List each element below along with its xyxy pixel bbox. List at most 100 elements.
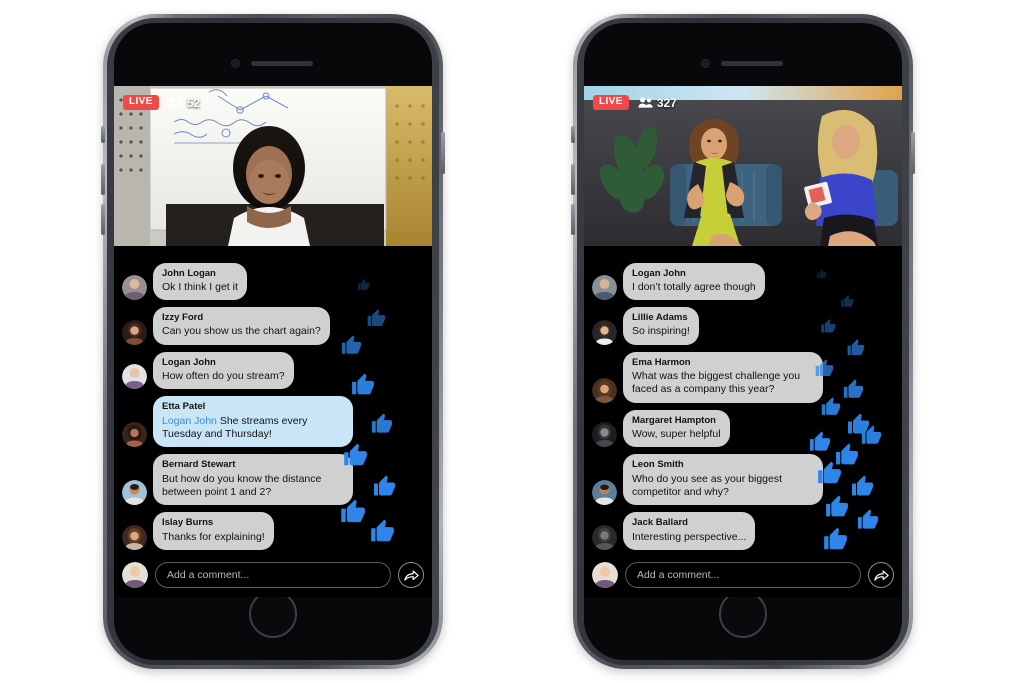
- avatar: [592, 525, 617, 550]
- live-badge: LIVE: [123, 95, 159, 110]
- viewer-count: 52: [168, 96, 200, 110]
- comment-composer-left: Add a comment...: [114, 557, 432, 597]
- chat-bubble: Logan John How often do you stream?: [153, 351, 294, 390]
- live-status-row: LIVE 327: [593, 95, 677, 110]
- chat-author: Margaret Hampton: [632, 414, 716, 426]
- comment-placeholder: Add a comment...: [637, 569, 720, 581]
- chat-text: But how do you know the distance between…: [162, 472, 322, 498]
- power-button[interactable]: [441, 132, 445, 174]
- chat-message: Lillie Adams So inspiring!: [592, 307, 894, 345]
- chat-author: John Logan: [162, 267, 216, 279]
- silent-switch[interactable]: [101, 126, 105, 143]
- chat-author: Islay Burns: [162, 517, 214, 529]
- viewer-count: 327: [638, 96, 677, 110]
- home-button[interactable]: [719, 590, 767, 638]
- chat-author: Lillie Adams: [632, 312, 688, 324]
- avatar: [122, 422, 147, 448]
- viewer-count-value: 52: [186, 95, 201, 110]
- screenshot-canvas: LIVE 52 John Logan Ok I think I get it I…: [0, 0, 1024, 683]
- app-screen-left: LIVE 52 John Logan Ok I think I get it I…: [114, 86, 432, 597]
- avatar: [122, 275, 147, 301]
- chat-author: Izzy Ford: [162, 312, 204, 324]
- current-user-avatar[interactable]: [122, 562, 148, 588]
- live-chat-list-right[interactable]: Logan John I don’t totally agree though …: [584, 246, 902, 557]
- people-icon: [168, 97, 183, 108]
- chat-author: Logan John: [632, 267, 686, 279]
- app-screen-right: LIVE 327 Logan John I don’t totally agre…: [584, 86, 902, 597]
- comment-placeholder: Add a comment...: [167, 569, 250, 581]
- avatar: [592, 377, 617, 403]
- share-button[interactable]: [398, 562, 424, 588]
- front-camera-icon: [231, 59, 240, 68]
- chat-message: Ema Harmon What was the biggest challeng…: [592, 351, 894, 403]
- avatar: [122, 364, 147, 390]
- phone-device-right: LIVE 327 Logan John I don’t totally agre…: [571, 14, 915, 669]
- share-button[interactable]: [868, 562, 894, 588]
- chat-text: What was the biggest challenge you faced…: [632, 369, 801, 396]
- chat-author: Bernard Stewart: [162, 459, 236, 471]
- video-frame-classroom: [114, 86, 432, 246]
- avatar: [592, 422, 617, 448]
- chat-text: Thanks for explaining!: [162, 530, 265, 543]
- live-video-player[interactable]: LIVE 52: [114, 86, 432, 246]
- chat-author: Leon Smith: [632, 459, 684, 471]
- chat-message: Leon Smith Who do you see as your bigges…: [592, 454, 894, 506]
- share-arrow-icon: [403, 570, 419, 581]
- chat-bubble: Izzy Ford Can you show us the chart agai…: [153, 307, 330, 345]
- chat-bubble: Etta Patel Logan John She streams every …: [153, 396, 353, 448]
- volume-up-button[interactable]: [101, 164, 105, 195]
- chat-author: Etta Patel: [162, 401, 206, 413]
- viewer-count-value: 327: [656, 95, 677, 110]
- chat-text: Ok I think I get it: [162, 280, 238, 293]
- power-button[interactable]: [911, 132, 915, 174]
- live-video-player[interactable]: LIVE 327: [584, 86, 902, 246]
- chat-bubble: Margaret Hampton Wow, super helpful: [623, 409, 730, 448]
- avatar: [592, 275, 617, 301]
- chat-bubble: John Logan Ok I think I get it: [153, 262, 247, 301]
- earpiece-speaker: [251, 61, 313, 66]
- live-chat-list-left[interactable]: John Logan Ok I think I get it Izzy Ford…: [114, 246, 432, 557]
- earpiece-speaker: [721, 61, 783, 66]
- chat-author: Jack Ballard: [632, 517, 688, 529]
- current-user-avatar[interactable]: [592, 562, 618, 588]
- phone-glass: LIVE 327 Logan John I don’t totally agre…: [584, 23, 902, 660]
- chat-text: So inspiring!: [632, 325, 690, 338]
- chat-mention[interactable]: Logan John: [162, 415, 217, 427]
- comment-input[interactable]: Add a comment...: [625, 562, 861, 588]
- chat-author: Ema Harmon: [632, 356, 691, 368]
- volume-down-button[interactable]: [571, 204, 575, 235]
- chat-message: Islay Burns Thanks for explaining!: [122, 512, 424, 550]
- live-status-row: LIVE 52: [123, 95, 200, 110]
- chat-text: How often do you stream?: [162, 369, 285, 382]
- chat-message: Izzy Ford Can you show us the chart agai…: [122, 307, 424, 345]
- chat-bubble: Lillie Adams So inspiring!: [623, 307, 699, 345]
- volume-down-button[interactable]: [101, 204, 105, 235]
- avatar: [592, 319, 617, 345]
- chat-text: Wow, super helpful: [632, 427, 721, 440]
- avatar: [122, 480, 147, 506]
- phone-device-left: LIVE 52 John Logan Ok I think I get it I…: [101, 14, 445, 669]
- silent-switch[interactable]: [571, 126, 575, 143]
- chat-bubble: Leon Smith Who do you see as your bigges…: [623, 454, 823, 506]
- comment-input[interactable]: Add a comment...: [155, 562, 391, 588]
- avatar: [592, 480, 617, 506]
- phone-glass: LIVE 52 John Logan Ok I think I get it I…: [114, 23, 432, 660]
- chat-message: Margaret Hampton Wow, super helpful: [592, 409, 894, 448]
- chat-message-highlighted: Etta Patel Logan John She streams every …: [122, 396, 424, 448]
- avatar: [122, 319, 147, 345]
- volume-up-button[interactable]: [571, 164, 575, 195]
- chat-text: I don’t totally agree though: [632, 280, 756, 293]
- video-frame-interview: [584, 86, 902, 246]
- chat-message: John Logan Ok I think I get it: [122, 262, 424, 301]
- chat-message: Jack Ballard Interesting perspective...: [592, 512, 894, 550]
- chat-bubble: Jack Ballard Interesting perspective...: [623, 512, 756, 550]
- avatar: [122, 525, 147, 550]
- chat-bubble: Ema Harmon What was the biggest challeng…: [623, 351, 823, 403]
- home-button[interactable]: [249, 590, 297, 638]
- chat-bubble: Logan John I don’t totally agree though: [623, 262, 765, 301]
- live-badge: LIVE: [593, 95, 629, 110]
- chat-text: Can you show us the chart again?: [162, 325, 321, 338]
- share-arrow-icon: [873, 570, 889, 581]
- people-icon: [638, 97, 653, 108]
- chat-text: Interesting perspective...: [632, 530, 747, 543]
